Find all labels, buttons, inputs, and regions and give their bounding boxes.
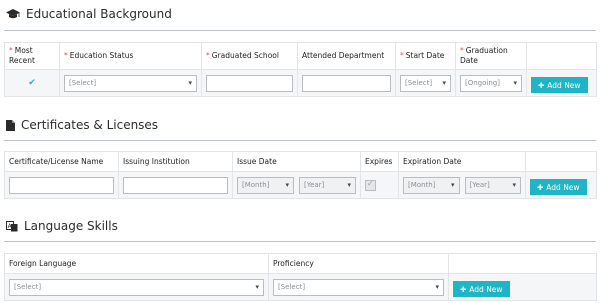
plus-icon: ✚ (460, 284, 467, 294)
document-icon (6, 119, 15, 131)
attended-department-input[interactable] (302, 74, 391, 92)
header-issuing-institution: Issuing Institution (118, 151, 233, 172)
header-foreign-language: Foreign Language (4, 253, 269, 274)
header-issue-date: Issue Date (232, 151, 361, 172)
issue-month-select[interactable]: [Month] ▾ (237, 176, 294, 194)
foreign-language-select[interactable]: [Select] ▾ (9, 278, 264, 296)
table-header-row: Certificate/License Name Issuing Institu… (4, 151, 597, 172)
header-attended-department: Attended Department (297, 42, 396, 70)
header-start-date: * Start Date (395, 42, 456, 70)
chevron-down-icon: ▾ (513, 78, 517, 87)
header-expiration-date: Expiration Date (398, 151, 526, 172)
chevron-down-icon: ▾ (188, 78, 192, 87)
graduation-date-select[interactable]: [Ongoing] ▾ (460, 74, 522, 92)
table-row: [Month]▾ [Year]▾ [Month]▾ [Year]▾ ✚Add N… (4, 171, 597, 199)
divider (4, 30, 596, 31)
certificates-title: Certificates & Licenses (21, 118, 159, 132)
divider (4, 241, 596, 242)
education-status-select[interactable]: [Select] ▾ (64, 74, 197, 92)
header-graduated-school: * Graduated School (201, 42, 298, 70)
education-title: Educational Background (26, 7, 172, 21)
chevron-down-icon: ▾ (450, 180, 455, 189)
header-education-status: * Education Status (59, 42, 202, 70)
header-actions (526, 42, 597, 70)
divider (4, 140, 596, 141)
header-proficiency: Proficiency (268, 253, 449, 274)
certificates-section-title: Certificates & Licenses (6, 118, 158, 132)
chevron-down-icon: ▾ (435, 282, 439, 291)
header-actions (525, 151, 597, 172)
header-expires: Expires (360, 151, 399, 172)
chevron-down-icon: ▾ (347, 180, 351, 189)
header-actions (448, 253, 597, 274)
chevron-down-icon: ▾ (512, 180, 516, 189)
add-education-button[interactable]: ✚ Add New (531, 77, 588, 94)
education-section-title: Educational Background (6, 7, 172, 21)
start-date-select[interactable]: [Select] ▾ (400, 74, 451, 92)
plus-icon: ✚ (537, 182, 544, 192)
languages-table: Foreign Language Proficiency [Select] ▾ [… (4, 253, 597, 301)
header-certificate-name: Certificate/License Name (4, 151, 119, 172)
graduation-cap-icon (6, 8, 20, 20)
expiration-month-select[interactable]: [Month] ▾ (403, 176, 460, 194)
languages-section-title: A Language Skills (6, 219, 118, 233)
proficiency-select[interactable]: [Select] ▾ (273, 278, 444, 296)
languages-title: Language Skills (24, 219, 118, 233)
header-graduation-date: * Graduation Date (455, 42, 527, 70)
table-header-row: * Most Recent * Education Status * Graduate… (4, 42, 597, 70)
header-most-recent: * Most Recent (4, 42, 60, 70)
table-row: ✔ [Select] ▾ [Select] ▾ [Ongoing] ▾ ✚ Add Ne… (4, 69, 597, 97)
plus-icon: ✚ (538, 80, 545, 90)
chevron-down-icon: ▾ (255, 282, 259, 291)
chevron-down-icon: ▾ (285, 180, 289, 189)
certificates-table: Certificate/License Name Issuing Institu… (4, 151, 597, 199)
education-table: * Most Recent * Education Status * Graduate… (4, 42, 597, 97)
add-certificate-button[interactable]: ✚ Add New (530, 179, 587, 196)
table-header-row: Foreign Language Proficiency (4, 253, 597, 274)
language-icon: A (6, 220, 18, 232)
graduated-school-input[interactable] (206, 74, 293, 92)
chevron-down-icon: ▾ (442, 78, 446, 87)
expires-checkbox[interactable] (365, 179, 376, 191)
expiration-year-select[interactable]: [Year] ▾ (464, 176, 521, 194)
issuing-institution-input[interactable] (123, 176, 228, 194)
issue-year-select[interactable]: [Year] ▾ (299, 176, 356, 194)
table-row: [Select] ▾ [Select] ▾ ✚ Add New (4, 273, 597, 301)
most-recent-check-icon[interactable]: ✔ (9, 78, 55, 88)
certificate-name-input[interactable] (9, 176, 114, 194)
add-language-button[interactable]: ✚ Add New (453, 281, 510, 298)
